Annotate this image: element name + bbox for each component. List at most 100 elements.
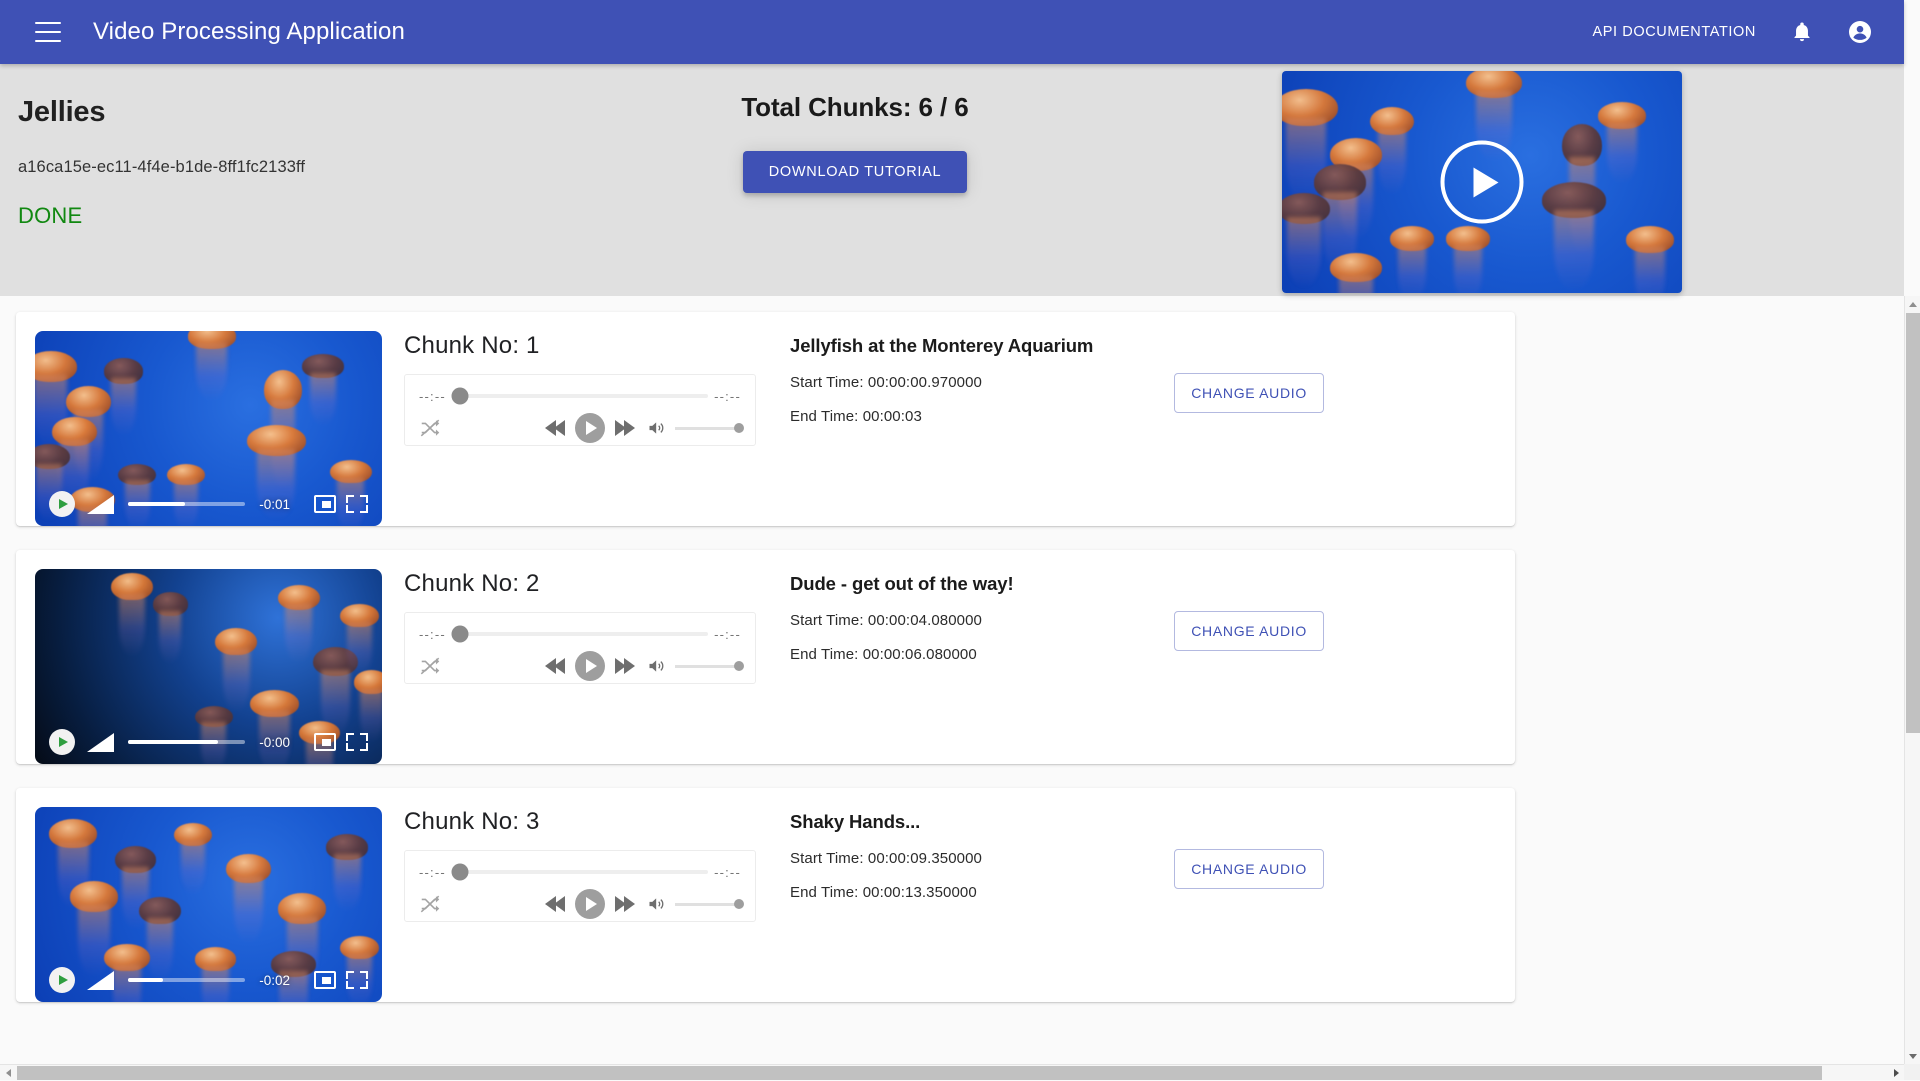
video-volume-icon[interactable] [87,971,114,990]
chunk-info-column: Dude - get out of the way! Start Time: 0… [790,573,1515,663]
rewind-icon[interactable] [545,658,565,674]
audio-current-time: --:-- [419,627,446,642]
api-documentation-button[interactable]: API DOCUMENTATION [1582,16,1766,48]
chunk-video-player[interactable]: -0:02 [35,807,382,1002]
rewind-icon[interactable] [545,896,565,912]
audio-play-button[interactable] [575,889,605,919]
chunk-start-time: Start Time: 00:00:04.080000 [790,612,1491,629]
audio-volume-slider[interactable] [675,903,741,906]
chunk-end-time: End Time: 00:00:06.080000 [790,646,1491,663]
project-video-preview[interactable] [1282,71,1682,293]
chunk-list: -0:01 Chunk No: 1 --:-- --:-- [0,296,1904,1064]
fast-forward-icon[interactable] [615,658,635,674]
hamburger-bar [35,40,61,42]
account-button[interactable] [1838,10,1882,54]
video-volume-icon[interactable] [87,733,114,752]
audio-seek-row: --:-- --:-- [419,383,741,409]
audio-volume-slider[interactable] [675,665,741,668]
audio-volume-slider[interactable] [675,427,741,430]
audio-seek-slider[interactable] [452,394,708,398]
picture-in-picture-icon[interactable] [314,495,336,513]
account-circle-icon [1848,20,1872,44]
video-time-remaining: -0:00 [259,735,290,750]
play-circle-icon[interactable] [1441,141,1524,224]
rewind-icon[interactable] [545,420,565,436]
audio-duration: --:-- [714,389,741,404]
fullscreen-icon[interactable] [346,731,368,753]
video-progress-slider[interactable] [128,978,245,982]
chunk-number-label: Chunk No: 1 [404,332,756,360]
chunk-title: Dude - get out of the way! [790,573,1491,595]
horizontal-scrollbar-thumb[interactable] [17,1066,1822,1080]
scroll-left-arrow-icon[interactable] [0,1065,16,1081]
horizontal-scrollbar[interactable] [0,1064,1920,1080]
audio-seek-thumb[interactable] [451,626,468,643]
audio-seek-row: --:-- --:-- [419,859,741,885]
audio-seek-thumb[interactable] [451,388,468,405]
audio-seek-slider[interactable] [452,870,708,874]
audio-current-time: --:-- [419,389,446,404]
audio-button-row [419,885,741,923]
chunk-audio-player: --:-- --:-- [404,374,756,446]
project-id: a16ca15e-ec11-4f4e-b1de-8ff1fc2133ff [18,158,498,177]
chunk-middle-column: Chunk No: 2 --:-- --:-- [404,570,756,684]
download-tutorial-button[interactable]: DOWNLOAD TUTORIAL [743,151,968,193]
video-progress-slider[interactable] [128,740,245,744]
video-controls: -0:01 [35,482,382,526]
change-audio-button[interactable]: CHANGE AUDIO [1174,849,1324,889]
chunk-audio-player: --:-- --:-- [404,850,756,922]
audio-button-row [419,647,741,685]
vertical-scrollbar-thumb[interactable] [1906,313,1920,733]
change-audio-button[interactable]: CHANGE AUDIO [1174,611,1324,651]
chunk-title: Jellyfish at the Monterey Aquarium [790,335,1491,357]
audio-seek-row: --:-- --:-- [419,621,741,647]
video-progress-slider[interactable] [128,502,245,506]
audio-seek-slider[interactable] [452,632,708,636]
vertical-scrollbar[interactable] [1904,296,1920,1064]
scroll-up-arrow-icon[interactable] [1905,296,1920,312]
audio-button-row [419,409,741,447]
project-summary-panel: Jellies a16ca15e-ec11-4f4e-b1de-8ff1fc21… [0,64,1904,296]
video-play-button[interactable] [49,967,75,993]
shuffle-off-icon[interactable] [419,893,441,915]
scroll-down-arrow-icon[interactable] [1905,1048,1920,1064]
shuffle-off-icon[interactable] [419,655,441,677]
audio-play-button[interactable] [575,651,605,681]
video-volume-icon[interactable] [87,495,114,514]
volume-up-icon[interactable] [647,418,667,438]
picture-in-picture-icon[interactable] [314,733,336,751]
chunk-number-label: Chunk No: 2 [404,570,756,598]
audio-seek-thumb[interactable] [451,864,468,881]
hamburger-bar [35,31,61,33]
audio-play-button[interactable] [575,413,605,443]
app-bar: Video Processing Application API DOCUMEN… [0,0,1904,64]
video-controls: -0:00 [35,720,382,764]
project-summary-center: Total Chunks: 6 / 6 DOWNLOAD TUTORIAL [640,92,1070,193]
change-audio-button[interactable]: CHANGE AUDIO [1174,373,1324,413]
scroll-right-arrow-icon[interactable] [1888,1065,1904,1081]
fullscreen-icon[interactable] [346,493,368,515]
chunk-info-column: Jellyfish at the Monterey Aquarium Start… [790,335,1515,425]
audio-current-time: --:-- [419,865,446,880]
fast-forward-icon[interactable] [615,896,635,912]
fast-forward-icon[interactable] [615,420,635,436]
page-title: Jellies [18,96,498,129]
picture-in-picture-icon[interactable] [314,971,336,989]
video-play-button[interactable] [49,729,75,755]
hamburger-menu-icon[interactable] [35,22,61,42]
chunk-audio-player: --:-- --:-- [404,612,756,684]
fullscreen-icon[interactable] [346,969,368,991]
hamburger-bar [35,22,61,24]
shuffle-off-icon[interactable] [419,417,441,439]
volume-up-icon[interactable] [647,894,667,914]
chunk-video-player[interactable]: -0:00 [35,569,382,764]
chunk-start-time: Start Time: 00:00:09.350000 [790,850,1491,867]
notifications-button[interactable] [1780,10,1824,54]
audio-transport-controls [545,889,741,919]
chunk-end-time: End Time: 00:00:03 [790,408,1491,425]
volume-up-icon[interactable] [647,656,667,676]
chunk-video-player[interactable]: -0:01 [35,331,382,526]
project-summary-left: Jellies a16ca15e-ec11-4f4e-b1de-8ff1fc21… [18,96,498,229]
chunk-title: Shaky Hands... [790,811,1491,833]
video-play-button[interactable] [49,491,75,517]
